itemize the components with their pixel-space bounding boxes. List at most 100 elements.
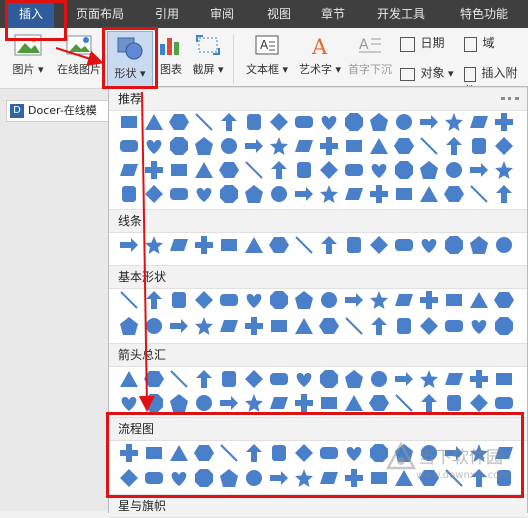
shape-option[interactable] [293,183,315,205]
shape-option[interactable] [343,392,365,414]
shape-option[interactable] [168,183,190,205]
shape-option[interactable] [168,368,190,390]
shape-option[interactable] [193,159,215,181]
shape-option[interactable] [493,315,515,337]
shape-option[interactable] [368,392,390,414]
shape-option[interactable] [143,368,165,390]
shape-option[interactable] [268,234,290,256]
shape-option[interactable] [143,289,165,311]
shape-option[interactable] [118,183,140,205]
shape-option[interactable] [293,159,315,181]
shape-option[interactable] [143,234,165,256]
shape-option[interactable] [143,183,165,205]
textbox-button[interactable]: A 文本框 ▾ [240,34,294,77]
shape-option[interactable] [268,183,290,205]
shape-option[interactable] [168,392,190,414]
shape-option[interactable] [293,289,315,311]
shape-option[interactable] [493,234,515,256]
shape-option[interactable] [193,289,215,311]
shape-option[interactable] [318,159,340,181]
date-button[interactable]: 日期 [400,34,456,52]
shape-option[interactable] [393,289,415,311]
shape-option[interactable] [243,159,265,181]
shape-option[interactable] [393,234,415,256]
shape-option[interactable] [318,135,340,157]
shape-option[interactable] [443,183,465,205]
shape-option[interactable] [468,111,490,133]
shape-option[interactable] [393,159,415,181]
shape-option[interactable] [368,368,390,390]
shape-option[interactable] [193,135,215,157]
shape-option[interactable] [368,183,390,205]
shape-option[interactable] [393,183,415,205]
shape-option[interactable] [443,159,465,181]
shape-option[interactable] [318,183,340,205]
shape-option[interactable] [343,111,365,133]
shape-option[interactable] [243,289,265,311]
shape-option[interactable] [493,289,515,311]
shape-option[interactable] [368,289,390,311]
tab-special[interactable]: 特色功能 [448,0,520,28]
shape-option[interactable] [468,234,490,256]
shape-option[interactable] [343,234,365,256]
shape-option[interactable] [243,135,265,157]
shape-option[interactable] [418,159,440,181]
shape-option[interactable] [443,111,465,133]
chart-button[interactable]: 图表 [154,34,188,77]
shape-option[interactable] [218,315,240,337]
shape-option[interactable] [418,392,440,414]
shape-option[interactable] [368,234,390,256]
shape-option[interactable] [118,111,140,133]
shape-option[interactable] [343,289,365,311]
document-tab[interactable]: D Docer-在线模 [6,100,116,122]
shape-option[interactable] [193,368,215,390]
shape-option[interactable] [343,159,365,181]
wordart-button[interactable]: A 艺术字 ▾ [296,34,344,77]
shape-option[interactable] [468,289,490,311]
shape-option[interactable] [243,392,265,414]
shape-option[interactable] [143,315,165,337]
shape-option[interactable] [468,315,490,337]
shape-option[interactable] [468,159,490,181]
shape-option[interactable] [193,392,215,414]
shape-option[interactable] [493,135,515,157]
shape-option[interactable] [218,135,240,157]
tab-sections[interactable]: 章节 [310,0,356,28]
shape-option[interactable] [168,315,190,337]
shape-option[interactable] [368,111,390,133]
shape-option[interactable] [418,368,440,390]
shape-option[interactable] [218,159,240,181]
tab-references[interactable]: 引用 [144,0,190,28]
shape-option[interactable] [168,234,190,256]
shape-option[interactable] [143,392,165,414]
shape-option[interactable] [418,183,440,205]
shape-option[interactable] [268,135,290,157]
tab-view[interactable]: 视图 [256,0,302,28]
object-button[interactable]: 对象 ▾ [400,64,460,81]
shape-option[interactable] [393,368,415,390]
shape-option[interactable] [368,315,390,337]
dropcap-button[interactable]: A 首字下沉 [345,34,395,77]
shape-option[interactable] [493,368,515,390]
shape-option[interactable] [218,234,240,256]
shape-option[interactable] [443,315,465,337]
shape-option[interactable] [268,111,290,133]
shape-option[interactable] [268,392,290,414]
shape-option[interactable] [268,368,290,390]
shape-option[interactable] [268,289,290,311]
shape-option[interactable] [193,234,215,256]
field-button[interactable]: 域 [464,34,514,52]
shape-option[interactable] [218,183,240,205]
shape-option[interactable] [343,315,365,337]
shape-option[interactable] [218,368,240,390]
shape-option[interactable] [118,135,140,157]
shape-option[interactable] [468,392,490,414]
shape-option[interactable] [368,159,390,181]
shape-option[interactable] [268,159,290,181]
shape-option[interactable] [143,111,165,133]
shape-option[interactable] [418,111,440,133]
tab-developer[interactable]: 开发工具 [366,0,436,28]
shape-option[interactable] [118,392,140,414]
shape-option[interactable] [293,111,315,133]
shape-option[interactable] [468,183,490,205]
